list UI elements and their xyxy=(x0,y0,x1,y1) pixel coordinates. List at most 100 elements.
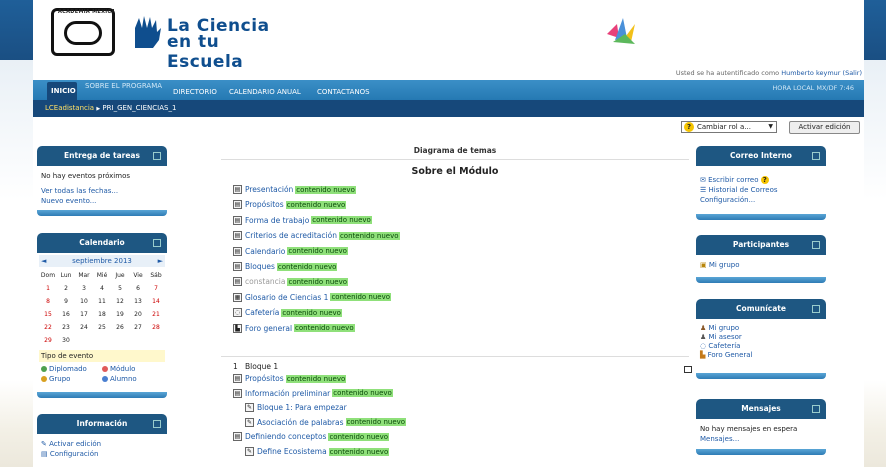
activity-link[interactable]: Define Ecosistema xyxy=(257,447,327,456)
activity-link[interactable]: Foro general xyxy=(245,324,292,333)
calendar-day[interactable]: 19 xyxy=(111,310,129,320)
activity-link[interactable]: Bloque 1: Para empezar xyxy=(257,403,347,412)
collapse-icon[interactable] xyxy=(153,152,161,160)
activity-item[interactable]: ▦ Glosario de Ciencias 1 contenido nuevo xyxy=(233,292,392,303)
activity-link[interactable]: Información preliminar xyxy=(245,389,330,398)
write-mail-link[interactable]: ✉ Escribir correo ? xyxy=(700,175,822,185)
comm-my-group-link[interactable]: ♟ Mi grupo xyxy=(700,324,822,333)
calendar-day[interactable]: 29 xyxy=(39,336,57,346)
collapse-icon[interactable] xyxy=(812,241,820,249)
comm-forum-link[interactable]: ▙ Foro General xyxy=(700,351,822,360)
calendar-day[interactable]: 9 xyxy=(57,297,75,307)
collapse-icon[interactable] xyxy=(153,420,161,428)
role-select[interactable]: Cambiar rol a... ▼ xyxy=(681,121,777,133)
event-type-modulo[interactable]: Módulo xyxy=(102,364,163,374)
calendar-day[interactable]: 16 xyxy=(57,310,75,320)
activity-item[interactable]: ✎ Define Ecosistema contenido nuevo xyxy=(245,446,390,457)
activity-item[interactable]: ◌ Cafetería contenido nuevo xyxy=(233,307,342,318)
calendar-day[interactable]: 20 xyxy=(129,310,147,320)
calendar-day[interactable]: 14 xyxy=(147,297,165,307)
comm-cafeteria-link[interactable]: ◌ Cafetería xyxy=(700,342,822,351)
prev-month-icon[interactable]: ◄ xyxy=(41,256,46,266)
collapse-icon[interactable] xyxy=(812,152,820,160)
calendar-day[interactable]: 17 xyxy=(75,310,93,320)
nav-inicio[interactable]: INICIO xyxy=(47,82,77,100)
calendar-day[interactable]: 5 xyxy=(111,284,129,294)
mail-history-link[interactable]: ☰ Historial de Correos xyxy=(700,185,822,195)
activity-item[interactable]: ▤ Forma de trabajo contenido nuevo xyxy=(233,215,372,226)
activity-link[interactable]: Definiendo conceptos xyxy=(245,432,326,441)
activity-item[interactable]: ✎ Asociación de palabras contenido nuevo xyxy=(245,417,407,428)
activity-link[interactable]: Propósitos xyxy=(245,374,284,383)
activity-item[interactable]: ▤ Información preliminar contenido nuevo xyxy=(233,388,393,399)
activity-item[interactable]: ✎ Bloque 1: Para empezar xyxy=(245,402,347,413)
calendar-day[interactable]: 22 xyxy=(39,323,57,333)
breadcrumb-current[interactable]: PRI_GEN_CIENCIAS_1 xyxy=(102,104,176,112)
activity-link[interactable]: Propósitos xyxy=(245,200,284,209)
activity-item[interactable]: ▤ Propósitos contenido nuevo xyxy=(233,373,347,384)
calendar-day[interactable]: 12 xyxy=(111,297,129,307)
help-icon[interactable]: ? xyxy=(684,122,694,132)
activity-link[interactable]: Criterios de acreditación xyxy=(245,231,337,240)
help-icon[interactable]: ? xyxy=(760,176,769,184)
activity-item[interactable]: ▙ Foro general contenido nuevo xyxy=(233,323,355,334)
nav-contactanos[interactable]: CONTACTANOS xyxy=(317,88,370,96)
activity-link[interactable]: Calendario xyxy=(245,247,285,256)
logout-link[interactable]: (Salir) xyxy=(843,69,862,77)
activity-link[interactable]: constancia xyxy=(245,277,285,286)
nav-sobre-el-programa[interactable]: SOBRE EL PROGRAMA xyxy=(85,82,162,90)
calendar-day[interactable]: 18 xyxy=(93,310,111,320)
breadcrumb-home[interactable]: LCEadistancia xyxy=(45,104,94,112)
calendar-day[interactable]: 6 xyxy=(129,284,147,294)
activity-item[interactable]: ▤ Definiendo conceptos contenido nuevo xyxy=(233,431,390,442)
activity-link[interactable]: Cafetería xyxy=(245,308,279,317)
calendar-day[interactable]: 25 xyxy=(93,323,111,333)
calendar-day[interactable]: 4 xyxy=(93,284,111,294)
collapse-icon[interactable] xyxy=(153,239,161,247)
calendar-day[interactable]: 11 xyxy=(93,297,111,307)
next-month-icon[interactable]: ► xyxy=(158,256,163,266)
edit-mode-button[interactable]: Activar edición xyxy=(789,121,860,134)
activity-link[interactable]: Forma de trabajo xyxy=(245,216,309,225)
event-type-alumno[interactable]: Alumno xyxy=(102,374,163,384)
activity-link[interactable]: Presentación xyxy=(245,185,293,194)
activity-item[interactable]: ▤ Bloques contenido nuevo xyxy=(233,261,338,272)
activity-item[interactable]: ▤ Presentación contenido nuevo xyxy=(233,184,356,195)
comm-advisor-link[interactable]: ♟ Mi asesor xyxy=(700,333,822,342)
calendar-day[interactable]: 2 xyxy=(57,284,75,294)
event-type-diplomado[interactable]: Diplomado xyxy=(41,364,102,374)
event-type-grupo[interactable]: Grupo xyxy=(41,374,102,384)
collapse-icon[interactable] xyxy=(812,405,820,413)
calendar-day[interactable]: 13 xyxy=(129,297,147,307)
activity-link[interactable]: Asociación de palabras xyxy=(257,418,344,427)
calendar-day[interactable]: 7 xyxy=(147,284,165,294)
calendar-day[interactable]: 21 xyxy=(147,310,165,320)
calendar-day[interactable]: 15 xyxy=(39,310,57,320)
calendar-month[interactable]: septiembre 2013 xyxy=(72,256,132,266)
activity-item[interactable]: ▤ Criterios de acreditación contenido nuev… xyxy=(233,230,400,241)
collapse-icon[interactable] xyxy=(812,305,820,313)
calendar-day[interactable]: 27 xyxy=(129,323,147,333)
calendar-day[interactable]: 30 xyxy=(57,336,75,346)
nav-calendario-anual[interactable]: CALENDARIO ANUAL xyxy=(229,88,301,96)
messages-link[interactable]: Mensajes... xyxy=(700,434,822,444)
calendar-day[interactable]: 23 xyxy=(57,323,75,333)
activity-link[interactable]: Glosario de Ciencias 1 xyxy=(245,293,328,302)
calendar-day[interactable]: 26 xyxy=(111,323,129,333)
calendar-day[interactable]: 24 xyxy=(75,323,93,333)
my-group-link[interactable]: ▣ Mi grupo xyxy=(700,260,822,270)
mail-config-link[interactable]: Configuración... xyxy=(700,195,822,205)
activity-link[interactable]: Bloques xyxy=(245,262,275,271)
activity-item[interactable]: ▤ Calendario contenido nuevo xyxy=(233,246,348,257)
calendar-day[interactable]: 10 xyxy=(75,297,93,307)
new-event-link[interactable]: Nuevo evento... xyxy=(41,196,163,206)
all-dates-link[interactable]: Ver todas las fechas... xyxy=(41,186,163,196)
activate-edit-link[interactable]: ✎ Activar edición xyxy=(41,439,163,449)
calendar-day[interactable]: 28 xyxy=(147,323,165,333)
settings-link[interactable]: ▤ Configuración xyxy=(41,449,163,459)
nav-directorio[interactable]: DIRECTORIO xyxy=(173,88,217,96)
section-toggle-box[interactable] xyxy=(684,366,692,373)
calendar-day[interactable]: 3 xyxy=(75,284,93,294)
activity-item[interactable]: ▤ constancia contenido nuevo xyxy=(233,276,349,287)
calendar-day[interactable]: 8 xyxy=(39,297,57,307)
